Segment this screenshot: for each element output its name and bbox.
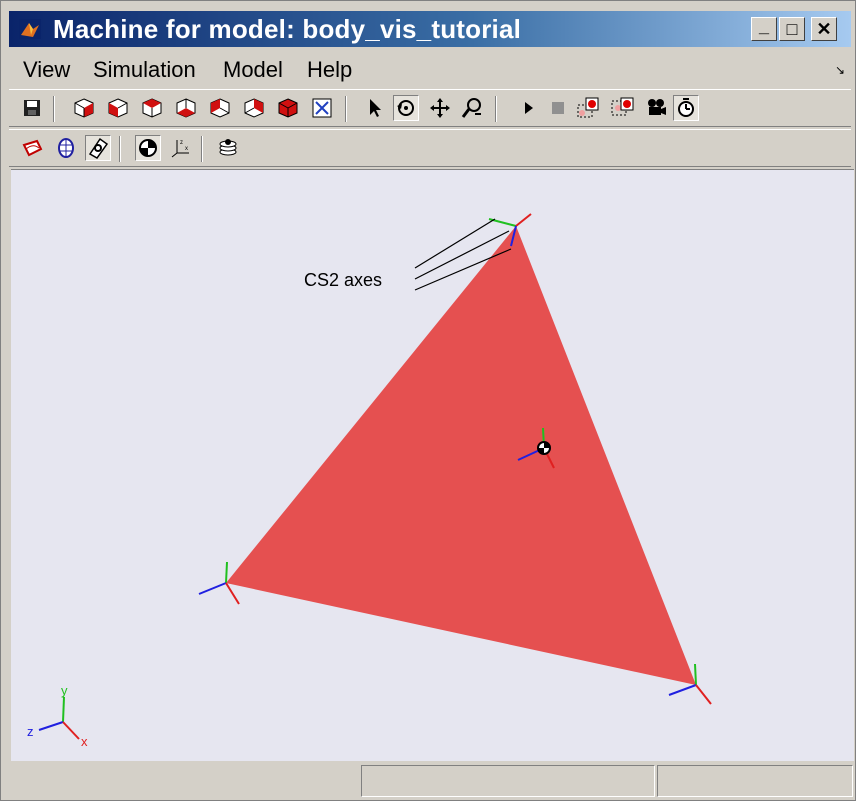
machine-window: Machine for model: body_vis_tutorial _ □… bbox=[0, 0, 856, 801]
menu-bar: View Simulation Model Help ↘ bbox=[9, 51, 851, 87]
cg-marker-icon[interactable] bbox=[85, 135, 111, 161]
record-end-icon[interactable] bbox=[609, 95, 635, 121]
main-toolbar bbox=[9, 89, 851, 127]
matlab-logo-icon[interactable] bbox=[19, 19, 41, 39]
toolbar-separator bbox=[345, 96, 347, 122]
display-toolbar: zx bbox=[9, 129, 851, 167]
triangle-body[interactable] bbox=[226, 226, 696, 685]
pan-icon[interactable] bbox=[427, 95, 453, 121]
toolbar-separator bbox=[53, 96, 55, 122]
layers-icon[interactable] bbox=[215, 135, 241, 161]
view-right-icon[interactable] bbox=[173, 95, 199, 121]
menu-model[interactable]: Model bbox=[223, 57, 283, 83]
axis-label-y: y bbox=[61, 683, 68, 698]
toolbar-separator bbox=[201, 136, 203, 162]
menu-view[interactable]: View bbox=[23, 57, 70, 83]
axis-label-z: z bbox=[27, 724, 34, 739]
cs2-axes-label: CS2 axes bbox=[304, 270, 382, 290]
dock-arrow-icon[interactable]: ↘ bbox=[835, 63, 845, 77]
title-bar[interactable]: Machine for model: body_vis_tutorial _ □… bbox=[9, 11, 851, 47]
view-bottom-icon[interactable] bbox=[241, 95, 267, 121]
fit-to-view-icon[interactable] bbox=[309, 95, 335, 121]
convex-hull-icon[interactable] bbox=[53, 135, 79, 161]
svg-text:z: z bbox=[180, 140, 183, 146]
timer-icon[interactable] bbox=[673, 95, 699, 121]
axes-icon[interactable]: zx bbox=[167, 135, 193, 161]
play-icon[interactable] bbox=[515, 95, 541, 121]
close-icon: ✕ bbox=[816, 18, 832, 39]
view-top-icon[interactable] bbox=[207, 95, 233, 121]
maximize-icon: □ bbox=[786, 18, 798, 39]
zoom-icon[interactable] bbox=[459, 95, 485, 121]
menu-help[interactable]: Help bbox=[307, 57, 352, 83]
status-pane-left bbox=[9, 765, 359, 797]
select-pointer-icon[interactable] bbox=[361, 95, 387, 121]
toolbar-separator bbox=[495, 96, 497, 122]
close-button[interactable]: ✕ bbox=[811, 17, 837, 41]
toolbar-separator bbox=[119, 136, 121, 162]
menu-simulation[interactable]: Simulation bbox=[93, 57, 196, 83]
stop-icon[interactable] bbox=[545, 95, 571, 121]
record-start-icon[interactable] bbox=[575, 95, 601, 121]
window-title: Machine for model: body_vis_tutorial bbox=[53, 14, 522, 44]
save-icon[interactable] bbox=[19, 95, 45, 121]
status-bar bbox=[9, 763, 855, 799]
scene-canvas[interactable]: CS2 axes y z x bbox=[11, 170, 854, 761]
world-axes-indicator: y z x bbox=[27, 683, 88, 749]
maximize-button[interactable]: □ bbox=[779, 17, 805, 41]
3d-viewport[interactable]: CS2 axes y z x bbox=[11, 169, 854, 761]
view-back-icon[interactable] bbox=[105, 95, 131, 121]
status-pane-right bbox=[657, 765, 853, 797]
axis-label-x: x bbox=[81, 734, 88, 749]
ellipsoid-icon[interactable] bbox=[19, 135, 45, 161]
status-pane-middle bbox=[361, 765, 655, 797]
svg-text:x: x bbox=[185, 146, 188, 152]
view-isometric-icon[interactable] bbox=[275, 95, 301, 121]
view-left-icon[interactable] bbox=[139, 95, 165, 121]
minimize-button[interactable]: _ bbox=[751, 15, 777, 41]
minimize-icon: _ bbox=[758, 15, 769, 36]
center-of-gravity-icon[interactable] bbox=[135, 135, 161, 161]
rotate-icon[interactable] bbox=[393, 95, 419, 121]
camera-icon[interactable] bbox=[643, 95, 669, 121]
view-front-icon[interactable] bbox=[71, 95, 97, 121]
